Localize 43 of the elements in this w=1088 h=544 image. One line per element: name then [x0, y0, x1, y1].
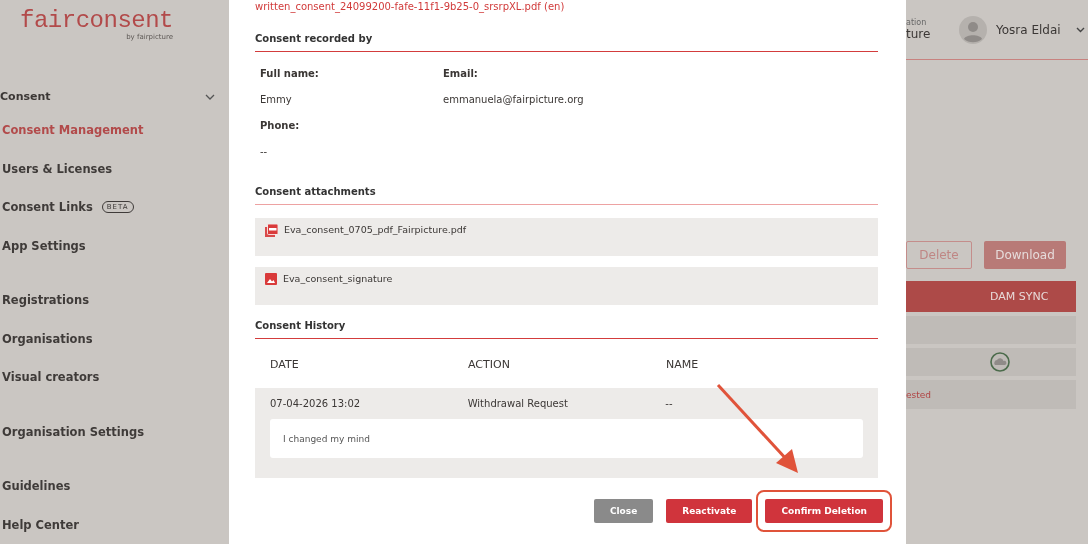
column-header: ACTION	[468, 358, 511, 371]
nav-item[interactable]: Guidelines	[2, 479, 71, 494]
logo-wordmark: fairconsent	[20, 9, 173, 33]
nav-item[interactable]: Help Center	[2, 517, 79, 532]
chevron-icon[interactable]	[205, 93, 215, 100]
user-name[interactable]: Yosra Eldai	[996, 22, 1061, 37]
field-value: emmanuela@fairpicture.org	[443, 93, 585, 105]
comment-text: I changed my mind	[283, 433, 370, 444]
nav-group-heading[interactable]: Consent	[0, 90, 51, 103]
nav-item[interactable]: Visual creators	[2, 370, 100, 385]
section-heading: Consent attachments	[255, 185, 377, 199]
nav-item[interactable]: Organisations	[2, 331, 93, 346]
file-link[interactable]: written_consent_24099200-fafe-11f1-9b25-0_srsrpXL.pdf (en)	[255, 1, 565, 13]
attachment-item[interactable]: Eva_consent_signature	[255, 267, 878, 305]
cloud-status-icon	[990, 352, 1010, 372]
field-value: Emmy	[260, 93, 293, 105]
dialog-button[interactable]: Confirm Deletion	[765, 499, 883, 523]
attachment-item[interactable]: Eva_consent_0705_pdf_Fairpicture.pdf	[255, 218, 878, 256]
field-label: Phone:	[260, 119, 301, 131]
column-header: NAME	[666, 358, 700, 371]
nav-item[interactable]: Users & Licenses	[2, 161, 113, 176]
field-value: --	[260, 145, 269, 157]
pdf-file-icon	[265, 224, 278, 237]
nav-item[interactable]: Consent Links	[2, 200, 93, 215]
field-label: Email:	[443, 67, 479, 79]
nav-item[interactable]: Registrations	[2, 293, 89, 308]
action-cell-text: Withdrawal Request	[467, 398, 569, 409]
date-cell-text: 07-04-2026 13:02	[270, 398, 362, 409]
column-header: DAM SYNC	[990, 290, 1049, 303]
status-text: ested	[906, 389, 931, 400]
nav-item[interactable]: Organisation Settings	[2, 424, 144, 439]
section-heading: Consent History	[255, 319, 347, 333]
dialog-button[interactable]: Reactivate	[666, 499, 753, 523]
nav-item[interactable]: App Settings	[2, 238, 86, 253]
organisation-label: ation	[906, 18, 928, 27]
field-label: Full name:	[260, 67, 320, 79]
section-heading: Consent recorded by	[255, 32, 374, 46]
dialog-button[interactable]: Close	[593, 499, 654, 523]
chevron-icon[interactable]	[1075, 26, 1085, 33]
image-file-icon	[265, 273, 277, 285]
name-cell-text: --	[665, 398, 674, 409]
organisation-name: ture	[906, 27, 932, 41]
column-header: DATE	[270, 358, 300, 371]
